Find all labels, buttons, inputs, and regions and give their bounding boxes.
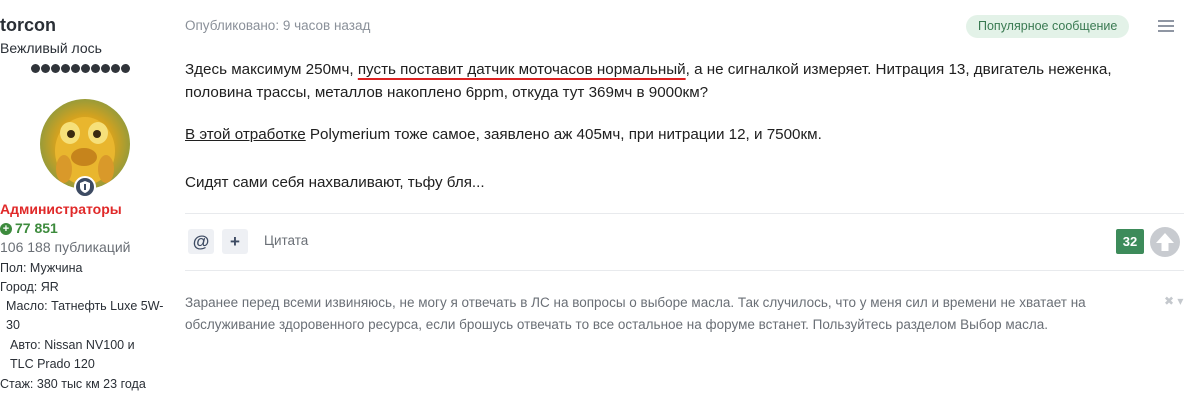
profile-field-gender: Пол: Мужчина	[0, 259, 170, 278]
post-paragraph: Здесь максимум 250мч, пусть поставит дат…	[185, 58, 1145, 104]
underlined-phrase: пусть поставит датчик моточасов нормальн…	[357, 61, 686, 78]
field-label: Пол:	[0, 261, 27, 275]
moderator-badge-icon	[74, 176, 96, 198]
field-value: Мужчина	[29, 261, 83, 275]
rank-pip	[111, 64, 120, 73]
mention-button[interactable]: @	[188, 229, 214, 254]
reputation-value: 77 851	[15, 220, 58, 236]
profile-field-experience: Стаж: 380 тыс км 23 года	[0, 375, 170, 394]
profile-field-city: Город: ЯR	[0, 278, 170, 297]
post-content: Здесь максимум 250мч, пусть поставит дат…	[185, 58, 1145, 191]
field-value: ЯR	[40, 280, 59, 294]
divider	[185, 213, 1184, 214]
author-group: Администраторы	[0, 201, 122, 217]
text-segment: Polymerium тоже самое, заявлено аж 405мч…	[305, 126, 822, 143]
profile-field-car: Авто: Nissan NV100 и TLC Prado 120	[0, 336, 170, 374]
rank-pip	[41, 64, 50, 73]
post-paragraph: Сидят сами себя нахваливают, тьфу бля...	[185, 174, 485, 191]
rank-pips	[31, 64, 130, 73]
reaction-count[interactable]: 32	[1116, 229, 1144, 254]
rank-pip	[81, 64, 90, 73]
rank-pip	[51, 64, 60, 73]
plus-icon: +	[0, 223, 12, 235]
upvote-button[interactable]	[1150, 227, 1180, 257]
field-label: Масло:	[6, 299, 48, 313]
field-label: Город:	[0, 280, 38, 294]
arrow-up-icon	[1156, 233, 1174, 251]
field-label: Авто:	[10, 338, 41, 352]
author-reputation: +77 851	[0, 220, 170, 236]
author-post-count: 106 188 публикаций	[0, 239, 131, 255]
divider	[185, 270, 1184, 271]
signature: Заранее перед всеми извиняюсь, не могу я…	[185, 295, 1086, 332]
rank-pip	[91, 64, 100, 73]
rank-pip	[61, 64, 70, 73]
text-segment: Здесь максимум 250мч,	[185, 61, 358, 78]
signature-controls[interactable]: ✖ ▾	[1164, 294, 1183, 308]
profile-field-oil: Масло: Татнефть Luxe 5W-30	[0, 297, 170, 335]
post-date[interactable]: Опубликовано: 9 часов назад	[185, 18, 370, 33]
author-title: Вежливый лось	[0, 40, 102, 56]
quote-button[interactable]: Цитата	[264, 233, 308, 248]
popular-post-badge: Популярное сообщение	[966, 15, 1130, 38]
rank-pip	[31, 64, 40, 73]
field-value: 380 тыс км 23 года	[36, 377, 146, 391]
post-menu-icon[interactable]	[1158, 18, 1174, 34]
post-paragraph: В этой отработке Polymerium тоже самое, …	[185, 123, 822, 146]
rank-pip	[121, 64, 130, 73]
multiquote-add-button[interactable]: +	[222, 229, 248, 254]
rank-pip	[101, 64, 110, 73]
rank-pip	[71, 64, 80, 73]
post-link[interactable]: В этой отработке	[185, 126, 306, 143]
field-label: Стаж:	[0, 377, 34, 391]
author-username[interactable]: torcon	[0, 15, 170, 36]
